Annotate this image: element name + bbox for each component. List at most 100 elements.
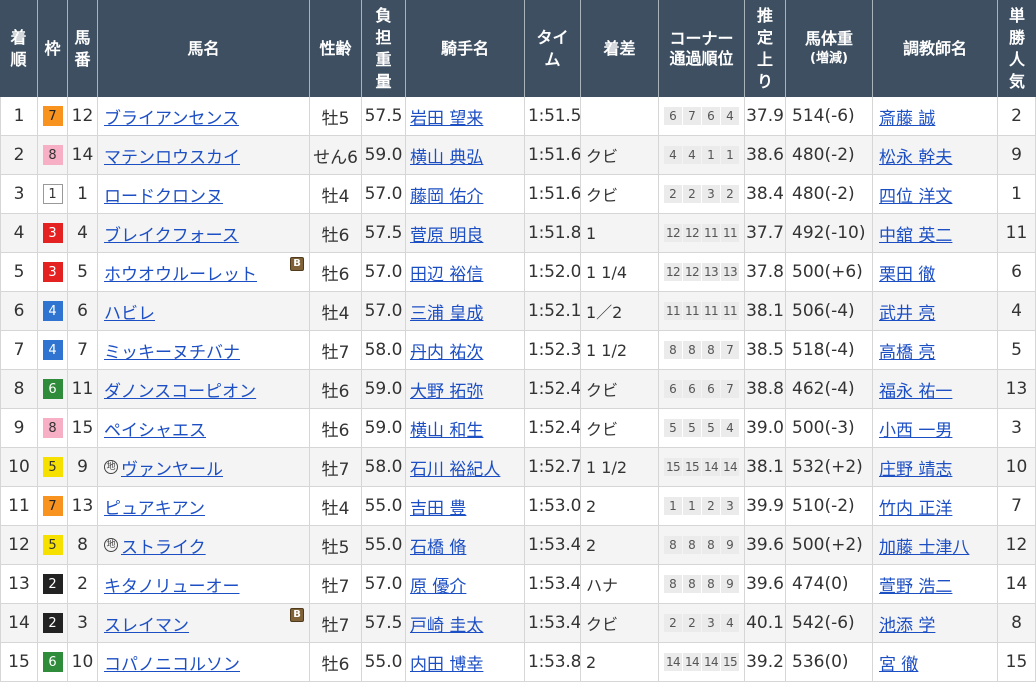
trainer-link[interactable]: 池添 学 (879, 611, 935, 636)
jockey-link[interactable]: 吉田 豊 (410, 494, 466, 519)
horse-name-link[interactable]: ブレイクフォース (104, 221, 239, 246)
win-popularity: 12 (998, 526, 1036, 564)
body-weight: 480 (792, 145, 825, 165)
jockey-link[interactable]: 大野 拓弥 (410, 377, 483, 402)
trainer-cell: 竹内 正洋 (873, 487, 998, 525)
horse-name-link[interactable]: スレイマン (104, 611, 189, 636)
finish-position: 1 (0, 97, 38, 135)
header-label-line: 枠 (44, 38, 61, 58)
trainer-link[interactable]: 武井 亮 (879, 299, 935, 324)
body-weight: 474 (792, 574, 825, 594)
horse-name-cell: ブライアンセンス (98, 97, 310, 135)
horse-name-link[interactable]: コパノニコルソン (104, 650, 240, 675)
trainer-link[interactable]: 四位 洋文 (879, 182, 952, 207)
last-3f-time: 38.8 (745, 370, 786, 408)
horse-number: 5 (68, 253, 98, 291)
header-label-line: 調教師名 (902, 38, 967, 58)
body-weight-cell: 480 (-2) (786, 175, 873, 213)
horse-name-link[interactable]: ピュアキアン (104, 494, 205, 519)
corner-position: 11 (721, 302, 739, 320)
carried-weight: 57.5 (362, 604, 406, 642)
trainer-link[interactable]: 萱野 浩二 (879, 572, 952, 597)
margin: 1 1/4 (581, 253, 659, 291)
horse-name-link[interactable]: マテンロウスカイ (104, 143, 240, 168)
horse-name-cell: コパノニコルソン (98, 643, 310, 681)
horse-name-link[interactable]: ハビレ (104, 299, 155, 324)
trainer-link[interactable]: 宮 徹 (879, 650, 918, 675)
finish-position: 6 (0, 292, 38, 330)
horse-name-link[interactable]: ホウオウルーレット (104, 260, 257, 285)
trainer-link[interactable]: 斎藤 誠 (879, 104, 935, 129)
jockey-cell: 藤岡 佑介 (406, 175, 525, 213)
trainer-link[interactable]: 小西 一男 (879, 416, 952, 441)
jockey-link[interactable]: 戸崎 圭太 (410, 611, 483, 636)
trainer-link[interactable]: 栗田 徹 (879, 260, 935, 285)
corner-position: 7 (721, 380, 739, 398)
horse-name-link[interactable]: ヴァンヤール (121, 455, 223, 480)
body-weight: 510 (792, 496, 825, 516)
horse-name-cell: ロードクロンヌ (98, 175, 310, 213)
jockey-link[interactable]: 内田 博幸 (410, 650, 483, 675)
jockey-link[interactable]: 岩田 望来 (410, 104, 483, 129)
finish-time: 1:51.5 (525, 97, 581, 135)
jockey-link[interactable]: 石橋 脩 (410, 533, 466, 558)
horse-name-link[interactable]: ストライク (121, 533, 206, 558)
carried-weight: 55.0 (362, 526, 406, 564)
horse-name-cell: マテンロウスカイ (98, 136, 310, 174)
local-horse-mark: 地 (104, 538, 118, 552)
jockey-link[interactable]: 横山 和生 (410, 416, 483, 441)
horse-number: 4 (68, 214, 98, 252)
corner-position: 14 (702, 458, 720, 476)
finish-time: 1:52.4 (525, 370, 581, 408)
horse-name-link[interactable]: ブライアンセンス (104, 104, 239, 129)
trainer-link[interactable]: 加藤 士津八 (879, 533, 969, 558)
carried-weight: 55.0 (362, 487, 406, 525)
frame-number-cell: 1 (38, 175, 68, 213)
win-popularity: 11 (998, 214, 1036, 252)
jockey-link[interactable]: 丹内 祐次 (410, 338, 483, 363)
corner-position: 12 (664, 263, 682, 281)
trainer-link[interactable]: 中舘 英二 (879, 221, 952, 246)
header-label-line: 通過順位 (669, 48, 734, 68)
win-popularity: 3 (998, 409, 1036, 447)
trainer-cell: 池添 学 (873, 604, 998, 642)
body-weight-cell: 462 (-4) (786, 370, 873, 408)
horse-number: 8 (68, 526, 98, 564)
result-row: 6 4 6 ハビレ 牡4 57.0 三浦 皇成 1:52.1 1／2 11 11 11 11 38.1 50… (0, 292, 1036, 331)
corner-position: 14 (664, 653, 682, 671)
jockey-link[interactable]: 横山 典弘 (410, 143, 483, 168)
jockey-link[interactable]: 原 優介 (410, 572, 466, 597)
horse-name-link[interactable]: ミッキーヌチバナ (104, 338, 240, 363)
horse-name-link[interactable]: ダノンスコーピオン (104, 377, 256, 402)
corner-positions: 6667 (664, 380, 739, 398)
horse-name-link[interactable]: ペイシャエス (104, 416, 206, 441)
body-weight: 500 (792, 535, 825, 555)
corner-position: 2 (683, 185, 701, 203)
jockey-link[interactable]: 三浦 皇成 (410, 299, 483, 324)
header-jockey: 騎手名 (406, 0, 525, 97)
jockey-link[interactable]: 石川 裕紀人 (410, 455, 500, 480)
header-label-line: 負 (375, 5, 392, 25)
header-label-line: り (756, 71, 773, 91)
jockey-cell: 石橋 脩 (406, 526, 525, 564)
trainer-link[interactable]: 竹内 正洋 (879, 494, 952, 519)
last-3f-time: 39.0 (745, 409, 786, 447)
jockey-link[interactable]: 菅原 明良 (410, 221, 483, 246)
horse-name-link[interactable]: ロードクロンヌ (104, 182, 223, 207)
trainer-link[interactable]: 福永 祐一 (879, 377, 952, 402)
last-3f-time: 40.1 (745, 604, 786, 642)
horse-number: 1 (68, 175, 98, 213)
trainer-link[interactable]: 松永 幹夫 (879, 143, 952, 168)
jockey-link[interactable]: 田辺 裕信 (410, 260, 483, 285)
sex-age: 牡7 (310, 604, 362, 642)
header-label-line: 量 (375, 71, 392, 91)
trainer-link[interactable]: 高橋 亮 (879, 338, 935, 363)
finish-position: 3 (0, 175, 38, 213)
trainer-cell: 武井 亮 (873, 292, 998, 330)
corner-position: 11 (664, 302, 682, 320)
trainer-cell: 栗田 徹 (873, 253, 998, 291)
corner-positions-cell: 8889 (659, 526, 745, 564)
horse-name-link[interactable]: キタノリューオー (104, 572, 240, 597)
trainer-link[interactable]: 庄野 靖志 (879, 455, 952, 480)
jockey-link[interactable]: 藤岡 佑介 (410, 182, 483, 207)
